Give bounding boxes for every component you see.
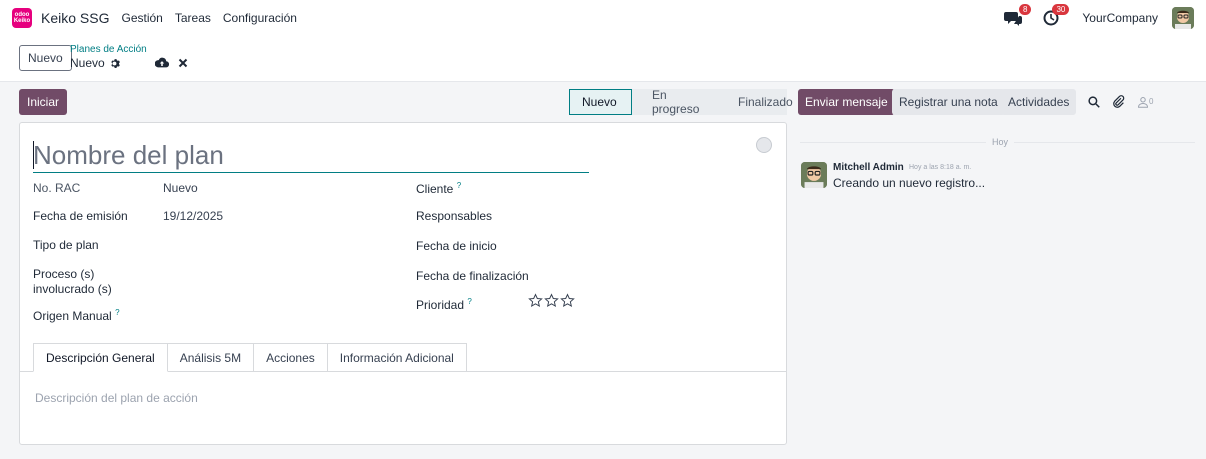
menu-configuracion[interactable]: Configuración (223, 11, 297, 25)
stage-en-progreso[interactable]: En progreso (632, 88, 718, 116)
description-textarea[interactable]: Descripción del plan de acción (35, 391, 198, 405)
field-value-no-rac: Nuevo (163, 181, 198, 195)
field-label-origen-manual: Origen Manual ? (33, 308, 120, 323)
priority-stars (528, 293, 575, 308)
tab-descripcion-general[interactable]: Descripción General (33, 343, 168, 372)
cloud-upload-icon[interactable] (155, 57, 169, 68)
field-label-responsables: Responsables (416, 209, 493, 223)
menu-tareas[interactable]: Tareas (175, 11, 211, 25)
field-label-fecha-finalizacion: Fecha de finalización (416, 269, 529, 283)
field-label-prioridad-text: Prioridad (416, 298, 465, 312)
help-icon[interactable]: ? (115, 308, 119, 317)
tab-informacion-adicional[interactable]: Información Adicional (327, 343, 467, 372)
field-value-cliente[interactable] (528, 181, 768, 197)
status-bar: Nuevo En progreso Finalizado (569, 88, 793, 116)
message-author[interactable]: Mitchell Admin (833, 162, 904, 173)
field-value-proceso[interactable] (163, 267, 383, 283)
activities-button[interactable]: Actividades (1001, 89, 1077, 115)
help-icon[interactable]: ? (457, 181, 461, 190)
field-value-tipo-plan[interactable] (163, 238, 383, 254)
chatter-toolbar-icons: 0 (1088, 95, 1153, 108)
field-label-cliente: Cliente ? (416, 181, 461, 196)
menu-gestion[interactable]: Gestión (121, 11, 162, 25)
top-navbar: odoo Keiko Keiko SSG Gestión Tareas Conf… (0, 0, 1206, 36)
message-body: Creando un nuevo registro... (833, 176, 986, 190)
app-brand[interactable]: Keiko SSG (41, 10, 109, 26)
field-label-tipo-plan: Tipo de plan (33, 238, 99, 252)
field-value-fecha-emision[interactable]: 19/12/2025 (163, 209, 223, 223)
plan-name-input[interactable]: Nombre del plan (33, 137, 589, 173)
tab-acciones[interactable]: Acciones (254, 343, 328, 372)
close-icon[interactable] (178, 58, 188, 68)
star-empty-icon[interactable] (560, 293, 575, 308)
control-panel: Nuevo Planes de Acción Nuevo (0, 36, 1206, 82)
field-label-origen-manual-text: Origen Manual (33, 309, 112, 323)
form-sheet: Nombre del plan No. RAC Nuevo Fecha de e… (19, 122, 787, 445)
stage-nuevo[interactable]: Nuevo (569, 89, 632, 115)
paperclip-icon[interactable] (1112, 95, 1125, 108)
notebook-tabs: Descripción General Análisis 5M Acciones… (33, 343, 467, 372)
message-time: Hoy a las 8:18 a. m. (909, 164, 972, 171)
follower-count: 0 (1149, 97, 1154, 106)
field-label-no-rac: No. RAC (33, 181, 81, 195)
breadcrumb-parent[interactable]: Planes de Acción (70, 44, 147, 55)
user-outline-icon (1138, 96, 1148, 108)
activities-badge: 30 (1052, 4, 1070, 15)
messages-badge: 8 (1018, 4, 1032, 15)
app-logo-icon[interactable]: odoo Keiko (12, 8, 32, 28)
field-label-fecha-inicio: Fecha de inicio (416, 239, 497, 253)
activities-clock-icon[interactable]: 30 (1042, 4, 1070, 27)
content-area: Iniciar Nuevo En progreso Finalizado Nom… (0, 82, 1206, 459)
systray: 8 30 YourCompany (1004, 0, 1194, 36)
start-button[interactable]: Iniciar (19, 89, 68, 115)
field-label-proceso: Proceso (s) involucrado (s) (33, 267, 112, 296)
search-icon[interactable] (1088, 95, 1100, 108)
log-note-button[interactable]: Registrar una nota (892, 89, 1005, 115)
field-value-origen-manual[interactable] (163, 308, 383, 324)
star-empty-icon[interactable] (528, 293, 543, 308)
send-message-button[interactable]: Enviar mensaje (798, 89, 895, 115)
message-author-avatar[interactable] (801, 162, 827, 188)
gear-icon[interactable] (109, 58, 120, 69)
user-avatar[interactable] (1172, 7, 1194, 29)
stage-finalizado[interactable]: Finalizado (718, 89, 793, 115)
new-record-button[interactable]: Nuevo (19, 45, 72, 71)
tab-analisis-5m[interactable]: Análisis 5M (167, 343, 255, 372)
breadcrumb-current: Nuevo (70, 56, 120, 70)
followers-widget[interactable]: 0 (1137, 96, 1153, 108)
help-icon[interactable]: ? (467, 297, 471, 306)
app-logo-text-bottom: Keiko (13, 18, 31, 24)
field-label-cliente-text: Cliente (416, 182, 454, 196)
star-empty-icon[interactable] (544, 293, 559, 308)
kanban-state-icon[interactable] (756, 137, 772, 153)
field-value-fecha-finalizacion[interactable] (528, 269, 768, 285)
company-switcher[interactable]: YourCompany (1082, 11, 1158, 25)
messages-icon[interactable]: 8 (1004, 4, 1032, 27)
date-separator-label: Hoy (986, 137, 1015, 147)
field-label-fecha-emision: Fecha de emisión (33, 209, 128, 223)
field-value-fecha-inicio[interactable] (528, 239, 768, 255)
field-label-prioridad: Prioridad ? (416, 297, 472, 312)
field-value-responsables[interactable] (528, 209, 768, 225)
record-actions (155, 57, 188, 68)
breadcrumb-current-label: Nuevo (70, 56, 105, 70)
